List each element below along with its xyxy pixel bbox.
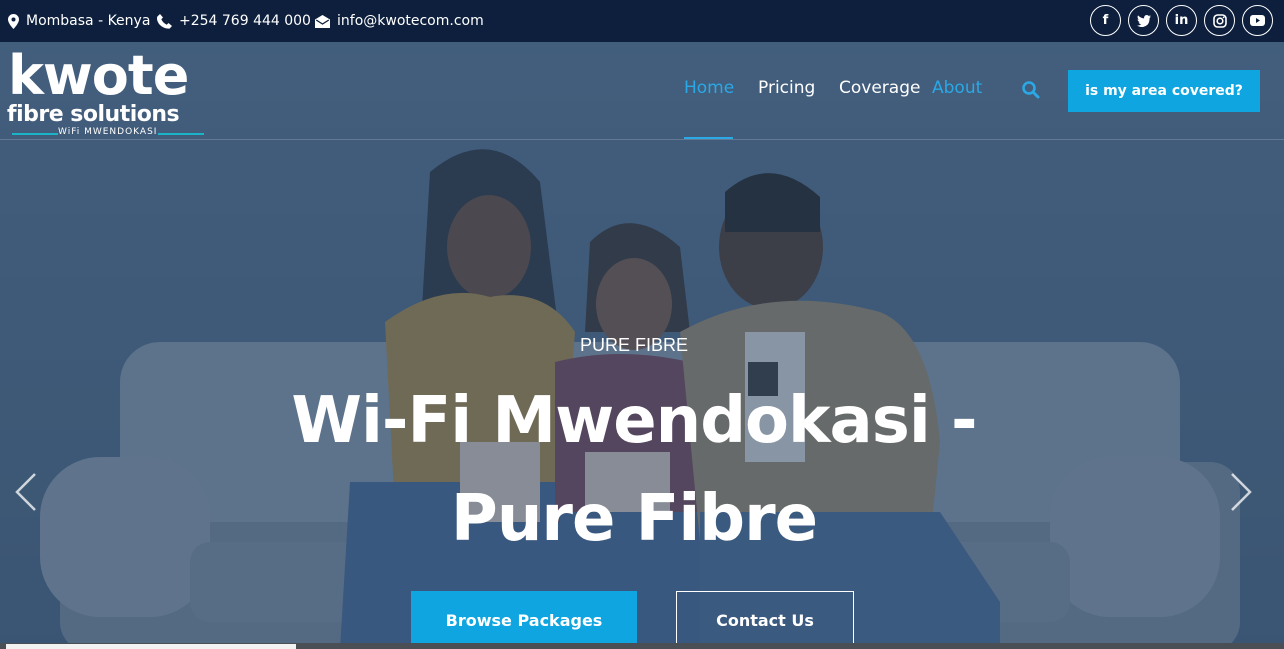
- linkedin-icon[interactable]: in: [1166, 5, 1197, 36]
- hero-title-line1: Wi-Fi Mwendokasi -: [291, 384, 977, 458]
- phone-icon: [157, 13, 172, 29]
- kwote-logo[interactable]: kwote fibre solutions WiFi MWENDOKASI: [6, 44, 211, 138]
- location-info: Mombasa - Kenya: [8, 0, 150, 42]
- map-pin-icon: [8, 13, 19, 29]
- facebook-icon[interactable]: f: [1090, 5, 1121, 36]
- location-text: Mombasa - Kenya: [26, 13, 151, 29]
- hero-title-line2: Pure Fibre: [450, 482, 818, 556]
- nav-pricing[interactable]: Pricing: [758, 78, 815, 98]
- envelope-icon: [315, 14, 330, 28]
- search-icon[interactable]: [1021, 80, 1041, 100]
- social-links: f in: [1090, 5, 1273, 36]
- nav-coverage[interactable]: Coverage: [839, 78, 920, 98]
- page-bottom-edge: [0, 643, 1284, 649]
- email-text: info@kwotecom.com: [337, 13, 484, 29]
- slider-prev-arrow-icon[interactable]: [13, 470, 39, 514]
- top-bar: Mombasa - Kenya +254 769 444 000 info@kw…: [0, 0, 1284, 42]
- instagram-icon[interactable]: [1204, 5, 1235, 36]
- logo-subtitle: fibre solutions: [7, 102, 180, 127]
- phone-text: +254 769 444 000: [179, 13, 311, 29]
- nav-about[interactable]: About: [932, 78, 982, 98]
- twitter-icon[interactable]: [1128, 5, 1159, 36]
- phone-info[interactable]: +254 769 444 000: [157, 0, 311, 42]
- logo-word: kwote: [8, 44, 189, 107]
- contact-us-button[interactable]: Contact Us: [676, 591, 854, 649]
- hero-eyebrow: PURE FIBRE: [579, 335, 689, 355]
- youtube-icon[interactable]: [1242, 5, 1273, 36]
- nav-home[interactable]: Home: [684, 78, 734, 98]
- email-info[interactable]: info@kwotecom.com: [315, 0, 484, 42]
- browse-packages-button[interactable]: Browse Packages: [411, 591, 637, 649]
- slider-next-arrow-icon[interactable]: [1228, 470, 1254, 514]
- logo-tagline: WiFi MWENDOKASI: [58, 127, 158, 137]
- area-coverage-button[interactable]: is my area covered?: [1068, 70, 1260, 112]
- nav-active-indicator: [684, 137, 733, 139]
